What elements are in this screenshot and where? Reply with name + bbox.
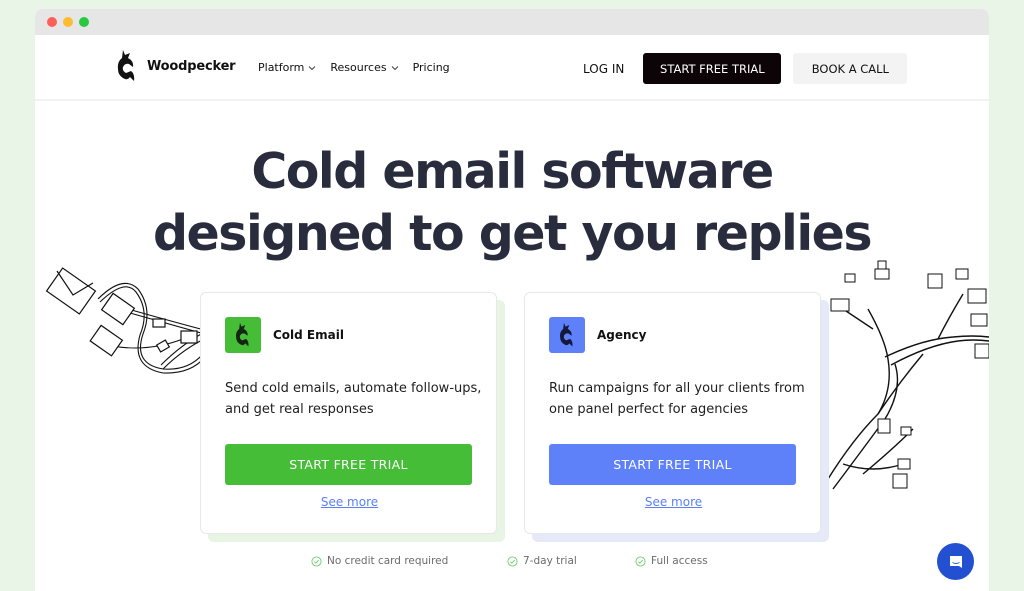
menu-item-pricing[interactable]: Pricing bbox=[413, 61, 450, 74]
nav-actions: LOG IN START FREE TRIAL BOOK A CALL bbox=[583, 53, 908, 84]
check-circle-icon bbox=[507, 555, 518, 567]
woodpecker-logo-icon bbox=[117, 50, 135, 81]
agency-card: Agency Run campaigns for all your client… bbox=[524, 292, 829, 542]
brand-logo[interactable]: Woodpecker bbox=[115, 49, 236, 83]
chat-launcher-button[interactable] bbox=[937, 543, 974, 580]
cold-email-see-more-link[interactable]: See more bbox=[201, 495, 498, 509]
chat-bubble-icon bbox=[949, 555, 962, 568]
window-titlebar bbox=[35, 9, 989, 35]
check-circle-icon bbox=[635, 555, 646, 567]
card-title: Agency bbox=[597, 328, 647, 342]
perk-item: Full access bbox=[635, 555, 708, 567]
agency-start-trial-button[interactable]: START FREE TRIAL bbox=[549, 444, 796, 485]
perk-item: 7-day trial bbox=[507, 555, 577, 567]
perk-label: No credit card required bbox=[327, 555, 449, 567]
minimize-window-button[interactable] bbox=[63, 17, 73, 27]
perk-label: Full access bbox=[651, 555, 708, 567]
browser-window: Woodpecker Platform Resources Pricing LO… bbox=[35, 9, 989, 591]
envelopes-illustration bbox=[45, 267, 208, 374]
menu-label: Pricing bbox=[412, 61, 450, 74]
agency-icon-badge bbox=[549, 317, 585, 353]
close-window-button[interactable] bbox=[47, 17, 57, 27]
menu-label: Platform bbox=[258, 61, 305, 74]
perk-label: 7-day trial bbox=[523, 555, 577, 567]
main-menu: Platform Resources Pricing bbox=[258, 61, 450, 74]
perk-item: No credit card required bbox=[311, 555, 448, 567]
cold-email-start-trial-button[interactable]: START FREE TRIAL bbox=[225, 444, 472, 485]
top-navigation: Woodpecker Platform Resources Pricing LO… bbox=[35, 35, 989, 101]
hero-title-line-1: Cold email software bbox=[251, 143, 774, 200]
menu-item-platform[interactable]: Platform bbox=[258, 61, 316, 74]
menu-item-resources[interactable]: Resources bbox=[330, 61, 398, 74]
maximize-window-button[interactable] bbox=[79, 17, 89, 27]
start-free-trial-button[interactable]: START FREE TRIAL bbox=[643, 53, 782, 84]
perks-list: No credit card required 7-day trial Full… bbox=[35, 555, 989, 569]
card-description: Run campaigns for all your clients from … bbox=[549, 381, 805, 417]
card-body: Cold Email Send cold emails, automate fo… bbox=[200, 292, 497, 534]
card-title: Cold Email bbox=[273, 328, 344, 342]
cold-email-card: Cold Email Send cold emails, automate fo… bbox=[200, 292, 505, 542]
woodpecker-logo-icon bbox=[235, 322, 249, 347]
agency-see-more-link[interactable]: See more bbox=[525, 495, 822, 509]
card-description: Send cold emails, automate follow-ups, a… bbox=[225, 381, 482, 417]
hero-title: Cold email software designed to get you … bbox=[35, 141, 989, 265]
chevron-down-icon bbox=[309, 65, 316, 70]
brand-name: Woodpecker bbox=[147, 58, 236, 74]
menu-label: Resources bbox=[330, 61, 387, 74]
tree-branch-illustration bbox=[827, 260, 989, 490]
woodpecker-logo-icon bbox=[559, 322, 573, 347]
card-body: Agency Run campaigns for all your client… bbox=[524, 292, 821, 534]
check-circle-icon bbox=[311, 555, 322, 567]
hero-title-line-2: designed to get you replies bbox=[152, 205, 873, 262]
login-link[interactable]: LOG IN bbox=[583, 62, 624, 76]
book-a-call-button[interactable]: BOOK A CALL bbox=[793, 53, 908, 84]
cold-email-icon-badge bbox=[225, 317, 261, 353]
chevron-down-icon bbox=[391, 65, 398, 70]
